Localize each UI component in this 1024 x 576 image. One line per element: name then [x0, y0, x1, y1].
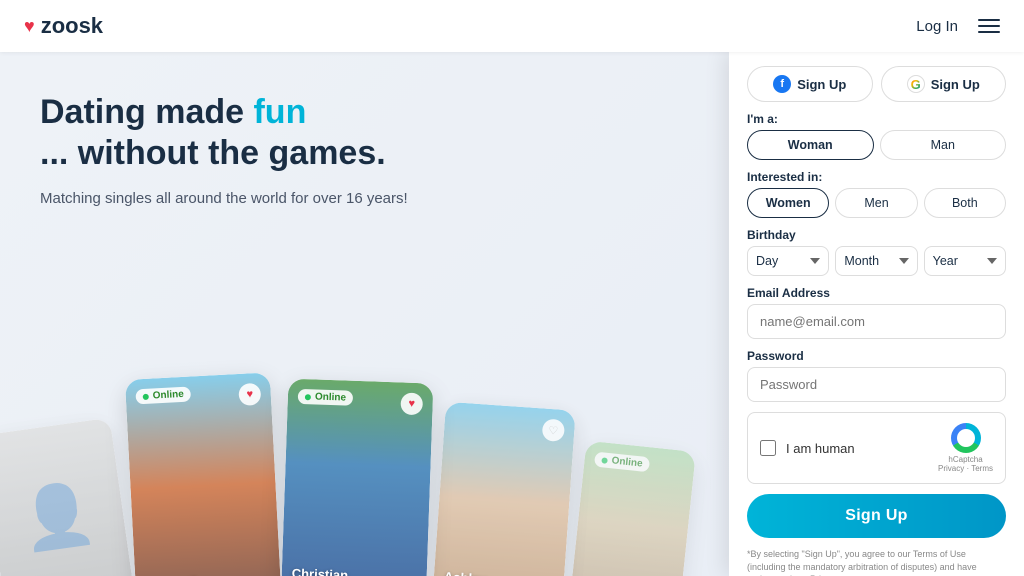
captcha-row: I am human hCaptchaPrivacy · Terms	[747, 412, 1006, 484]
heart-icon: ♡	[548, 423, 559, 437]
signup-button[interactable]: Sign Up	[747, 494, 1006, 538]
heart-icon: ♥	[24, 16, 35, 37]
profile-cards-area: 👤 Online ♥ Samantha	[0, 266, 469, 576]
month-select[interactable]: Month	[835, 246, 917, 276]
facebook-signup-label: Sign Up	[797, 77, 846, 92]
men-interest-button[interactable]: Men	[835, 188, 917, 218]
email-input[interactable]	[747, 304, 1006, 339]
captcha-logo: hCaptchaPrivacy · Terms	[938, 423, 993, 473]
headline-part1: Dating made	[40, 93, 253, 131]
card-name-ashley: Ashley	[443, 569, 487, 576]
password-input[interactable]	[747, 367, 1006, 402]
menu-line-1	[978, 19, 1000, 21]
online-badge: Online	[594, 452, 650, 473]
heart-button[interactable]: ♥	[238, 383, 261, 406]
profile-card-christian[interactable]: Online ♥ Christian	[281, 379, 433, 576]
captcha-checkbox[interactable]	[760, 440, 776, 456]
interest-toggle-group: Women Men Both	[747, 188, 1006, 218]
facebook-icon: f	[773, 75, 791, 93]
signup-panel: f Sign Up G Sign Up I'm a: Woman Man Int…	[729, 52, 1024, 576]
heart-icon: ♥	[408, 398, 415, 410]
birthday-row: Day Month Year	[747, 246, 1006, 276]
day-select[interactable]: Day	[747, 246, 829, 276]
women-interest-button[interactable]: Women	[747, 188, 829, 218]
heart-button[interactable]: ♥	[400, 392, 423, 415]
login-link[interactable]: Log In	[916, 18, 958, 35]
password-label: Password	[747, 349, 1006, 363]
profile-card-ashley[interactable]: ♡ Ashley	[433, 402, 576, 576]
password-section: Password	[747, 349, 1006, 402]
subheadline: Matching singles all around the world fo…	[40, 188, 699, 211]
google-signup-label: Sign Up	[931, 77, 980, 92]
man-toggle-button[interactable]: Man	[880, 130, 1007, 160]
ima-section: I'm a: Woman Man	[747, 112, 1006, 160]
year-select[interactable]: Year	[924, 246, 1006, 276]
nav-right: Log In	[916, 18, 1000, 35]
menu-line-2	[978, 25, 1000, 27]
logo-text: zoosk	[41, 13, 103, 39]
online-dot	[305, 394, 311, 400]
email-section: Email Address	[747, 286, 1006, 339]
headline-fun: fun	[253, 93, 306, 131]
online-dot	[143, 393, 149, 399]
email-label: Email Address	[747, 286, 1006, 300]
interested-label: Interested in:	[747, 170, 1006, 184]
social-buttons: f Sign Up G Sign Up	[747, 66, 1006, 102]
birthday-label: Birthday	[747, 228, 1006, 242]
panel-content: f Sign Up G Sign Up I'm a: Woman Man Int…	[729, 52, 1024, 576]
card-name-christian: Christian	[291, 566, 348, 576]
main-area: Dating made fun ... without the games. M…	[0, 52, 1024, 576]
heart-icon: ♥	[246, 388, 253, 400]
both-interest-button[interactable]: Both	[924, 188, 1006, 218]
google-signup-button[interactable]: G Sign Up	[881, 66, 1007, 102]
hamburger-menu-button[interactable]	[978, 19, 1000, 33]
facebook-signup-button[interactable]: f Sign Up	[747, 66, 873, 102]
headline: Dating made fun ... without the games.	[40, 92, 699, 174]
left-content: Dating made fun ... without the games. M…	[0, 52, 729, 576]
captcha-inner	[957, 429, 975, 447]
woman-toggle-button[interactable]: Woman	[747, 130, 874, 160]
terms-text: *By selecting "Sign Up", you agree to ou…	[747, 548, 1006, 576]
captcha-branding: hCaptchaPrivacy · Terms	[938, 455, 993, 473]
headline-part2: ... without the games.	[40, 134, 386, 172]
menu-line-3	[978, 31, 1000, 33]
online-dot	[601, 457, 608, 464]
profile-card-samantha[interactable]: Online ♥ Samantha	[125, 372, 281, 576]
profile-card-left[interactable]: 👤	[0, 418, 135, 576]
person-icon: 👤	[0, 418, 135, 576]
captcha-icon	[951, 423, 981, 453]
ima-label: I'm a:	[747, 112, 1006, 126]
profile-card-vinnie[interactable]: Online Vin...	[570, 441, 696, 576]
gender-toggle-group: Woman Man	[747, 130, 1006, 160]
logo[interactable]: ♥ zoosk	[24, 13, 103, 39]
interested-section: Interested in: Women Men Both	[747, 170, 1006, 218]
birthday-section: Birthday Day Month Year	[747, 228, 1006, 276]
online-badge: Online	[298, 389, 354, 406]
google-icon: G	[907, 75, 925, 93]
online-badge: Online	[135, 387, 191, 405]
heart-button[interactable]: ♡	[542, 418, 565, 441]
captcha-label: I am human	[786, 441, 928, 456]
navbar: ♥ zoosk Log In	[0, 0, 1024, 52]
